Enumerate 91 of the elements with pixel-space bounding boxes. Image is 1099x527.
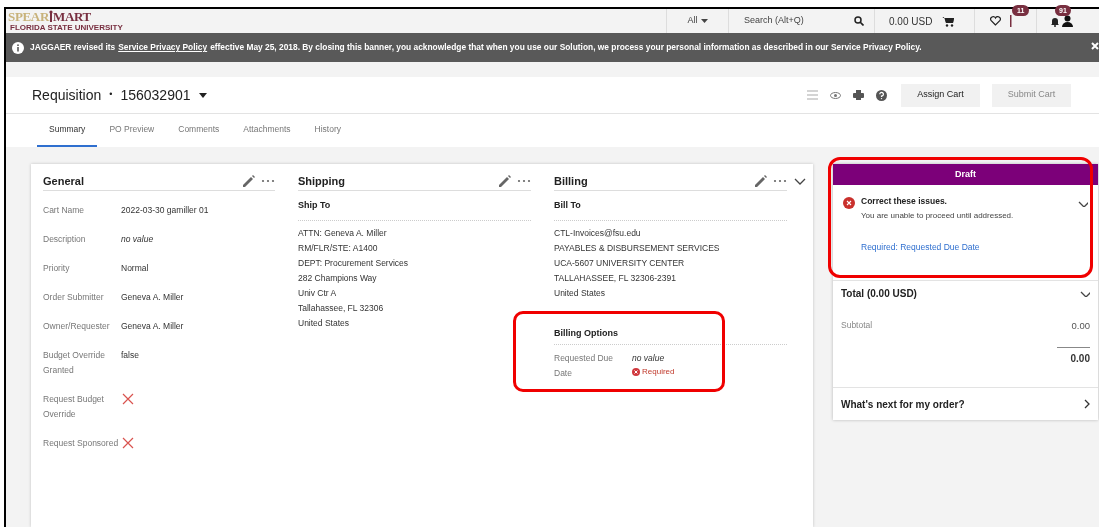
required-error: Required (642, 366, 675, 378)
search-field[interactable]: Search (Alt+Q) (744, 14, 854, 28)
torch-icon (49, 10, 53, 22)
subsection-title: Ship To (298, 198, 331, 212)
logo-text: SPEAR (8, 10, 49, 23)
more-icon (773, 179, 787, 183)
user-icon (1062, 15, 1073, 27)
tab[interactable]: Comments (166, 114, 232, 147)
subsection-title: Bill To (554, 198, 581, 212)
logo-subtitle: FLORIDA STATE UNIVERSITY (9, 23, 124, 32)
chevron-down-icon (1078, 199, 1088, 207)
chevron-down-icon (1080, 289, 1090, 297)
field-label: Request Sponsored (43, 437, 120, 450)
cross-icon (122, 393, 134, 405)
field-label: Cart Name (43, 204, 86, 217)
field-value: false (121, 349, 139, 362)
help-icon (876, 89, 887, 101)
banner-text: JAGGAER revised its (30, 41, 116, 54)
next-steps-link[interactable]: What's next for my order? (833, 387, 1098, 420)
flag-icon (1010, 15, 1013, 27)
banner-text: effective May 25, 2018. By closing this banner, you acknowledge that when you use our Solution, we process your personal information as described in our Service Privacy Policy. (210, 41, 922, 54)
issue-title: Correct these issues. (861, 195, 948, 208)
error-icon (843, 197, 855, 209)
tab[interactable]: PO Preview (97, 114, 167, 147)
field-value: no value (121, 233, 154, 246)
address-line: UCA-5607 UNIVERSITY CENTER (554, 257, 686, 270)
privacy-policy-link[interactable]: Service Privacy Policy (118, 41, 208, 54)
field-label: Owner/Requester (43, 320, 111, 333)
status-header: Draft (833, 164, 1098, 185)
subtotal-label: Subtotal (841, 319, 873, 332)
close-button[interactable] (1091, 42, 1099, 50)
error-icon (632, 368, 640, 376)
section-title: General (43, 173, 85, 189)
edit-icon (753, 174, 767, 188)
issue-link[interactable]: Required: Requested Due Date (861, 241, 1014, 254)
bell-icon (1050, 15, 1060, 27)
field-label: Order Submitter (43, 291, 105, 304)
scope-dropdown[interactable]: All (687, 14, 708, 28)
chevron-right-icon (1084, 399, 1090, 409)
total-label: Total (0.00 USD) (841, 286, 918, 301)
address-line: DEPT: Procurement Services (298, 257, 410, 270)
subsection-title: Billing Options (554, 326, 618, 340)
more-icon (517, 179, 531, 183)
field-value: Geneva A. Miller (121, 291, 184, 304)
address-line: 282 Champions Way (298, 272, 378, 285)
address-line: PAYABLES & DISBURSEMENT SERVICES (554, 242, 721, 255)
tab[interactable]: History (302, 114, 354, 147)
logo-text: MART (53, 10, 91, 23)
address-line: United States (298, 317, 351, 330)
page-title: Requisition (32, 85, 102, 105)
section-title: Billing (554, 173, 589, 189)
address-line: United States (554, 287, 607, 300)
issue-message: You are unable to proceed until addressed. (861, 210, 1014, 222)
field-value: 2022-03-30 gamiller 01 (121, 204, 209, 217)
caret-icon (700, 19, 708, 23)
info-icon (12, 41, 24, 54)
separator-dot: • (109, 88, 113, 102)
caret-icon (198, 92, 207, 98)
field-value: no value (632, 352, 666, 365)
field-label: Description (43, 233, 87, 246)
field-value: Geneva A. Miller (121, 320, 184, 333)
address-line: TALLAHASSEE, FL 32306-2391 (554, 272, 677, 285)
edit-icon (497, 174, 511, 188)
tab[interactable]: Summary (37, 114, 98, 147)
list-icon (807, 90, 818, 100)
search-icon (854, 16, 864, 26)
cart-total: 0.00 USD (889, 14, 933, 29)
address-line: ATTN: Geneva A. Miller (298, 227, 388, 240)
cart-icon (942, 15, 955, 27)
more-icon (261, 179, 275, 183)
field-value: Normal (121, 262, 149, 275)
address-line: RM/FLR/STE: A1400 (298, 242, 379, 255)
close-icon (1091, 42, 1099, 50)
address-line: CTL-Invoices@fsu.edu (554, 227, 642, 240)
requisition-number: 156032901 (120, 85, 191, 105)
subtotal-value: 0.00 (1071, 319, 1090, 333)
address-line: Univ Ctr A (298, 287, 338, 300)
section-title: Shipping (298, 173, 347, 189)
tab[interactable]: Attachments (231, 114, 303, 147)
field-label: Request Budget Override (43, 393, 105, 421)
eye-icon (830, 91, 841, 99)
total-value: 0.00 (1070, 352, 1090, 367)
field-label: Requested Due Date (554, 352, 615, 380)
cross-icon (122, 437, 134, 449)
field-label: Budget Override Granted (43, 349, 106, 377)
cart-button[interactable]: Assign Cart (901, 83, 980, 107)
address-line: Tallahassee, FL 32306 (298, 302, 385, 315)
edit-icon (241, 174, 255, 188)
chevron-down-icon (794, 176, 806, 186)
field-label: Priority (43, 262, 71, 275)
heart-icon (990, 16, 1001, 26)
